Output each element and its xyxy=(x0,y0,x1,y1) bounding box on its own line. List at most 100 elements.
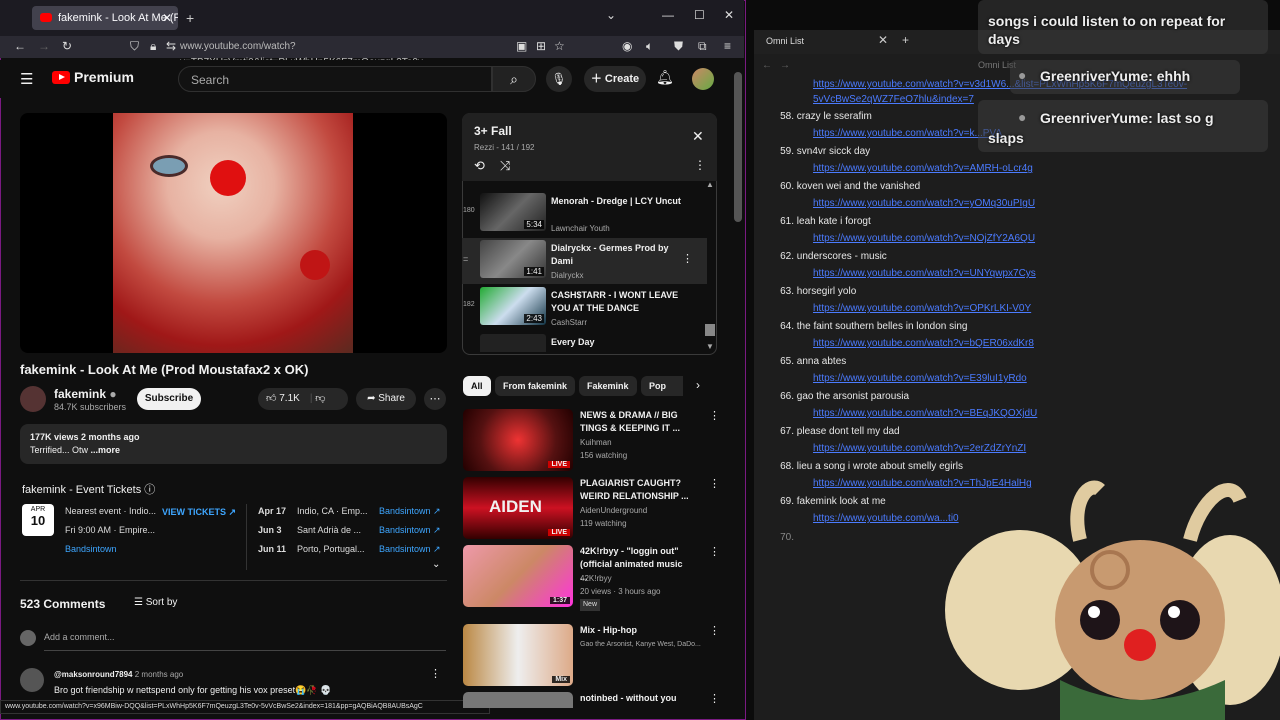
list-link[interactable]: https://www.youtube.com/watch?v=yOMq30uP… xyxy=(813,198,1035,209)
rec-item[interactable]: 1:37 42K!rbyy - "loggin out" (official a… xyxy=(463,545,720,611)
list-link[interactable]: https://www.youtube.com/watch?v=OPKrLKI-… xyxy=(813,303,1031,314)
rec-menu-icon[interactable]: ⋮ xyxy=(709,477,720,490)
screenshot-icon[interactable]: ⊞ xyxy=(536,39,546,53)
rec-item[interactable]: Mix Mix - Hip-hop Gao the Arsonist, Kany… xyxy=(463,624,720,686)
close-window-icon[interactable]: ✕ xyxy=(724,8,734,22)
comment-user[interactable]: @maksonround7894 xyxy=(54,670,133,679)
chip-pop-music[interactable]: Pop Mu xyxy=(641,376,683,396)
maximize-icon[interactable]: ☐ xyxy=(694,8,705,22)
url-field[interactable]: www.youtube.com/watch?v=TB7XUzVmti0&list… xyxy=(180,39,510,68)
omni-tab[interactable]: Omni List xyxy=(766,36,804,46)
list-link[interactable]: https://www.youtube.com/watch?v=k...PVA xyxy=(813,128,1002,139)
page-scrollbar[interactable] xyxy=(734,72,742,222)
list-item[interactable]: 70. xyxy=(780,532,794,543)
description-box[interactable]: 177K views 2 months ago Terrified... Otw… xyxy=(20,424,447,464)
reload-icon[interactable]: ↻ xyxy=(62,39,72,53)
list-link[interactable]: https://www.youtube.com/watch?v=UNYqwpx7… xyxy=(813,268,1036,279)
more-link[interactable]: ...more xyxy=(91,445,121,455)
extensions-icon[interactable]: ⧉ xyxy=(698,39,707,54)
sort-button[interactable]: ☰ Sort by xyxy=(134,597,177,608)
info-icon[interactable]: ⓘ xyxy=(144,484,155,496)
shield-icon[interactable]: ⛉ xyxy=(130,39,139,54)
bookmark-star-icon[interactable]: ☆ xyxy=(554,39,565,53)
more-actions-icon[interactable]: ⋯ xyxy=(424,388,446,410)
chip-from-fakemink[interactable]: From fakemink xyxy=(495,376,576,396)
youtube-logo[interactable]: Premium xyxy=(52,69,134,85)
loop-icon[interactable]: ⟲ xyxy=(474,158,485,174)
list-link[interactable]: https://www.youtube.com/watch?v=BEqJKQOX… xyxy=(813,408,1037,419)
rec-item[interactable]: AIDEN LIVE PLAGIARIST CAUGHT? WEIRD RELAT… xyxy=(463,477,720,539)
video-frame[interactable] xyxy=(113,113,353,353)
mic-icon[interactable]: 🎙︎ xyxy=(546,66,572,92)
new-tab-icon[interactable]: + xyxy=(186,10,194,26)
minimize-icon[interactable]: — xyxy=(662,8,674,22)
list-link[interactable]: https://www.youtube.com/watch?v=AMRH-oLc… xyxy=(813,163,1033,174)
list-link[interactable]: https://www.youtube.com/watch?v=2erZdZrY… xyxy=(813,443,1026,454)
item-text: lieu a song i wrote about smelly egirls xyxy=(796,461,963,472)
event-source-link[interactable]: Bandsintown ↗ xyxy=(379,506,441,517)
list-link[interactable]: https://www.youtube.com/watch?v=bQER06xd… xyxy=(813,338,1034,349)
search-icon[interactable]: ⌕ xyxy=(492,66,536,92)
rec-menu-icon[interactable]: ⋮ xyxy=(709,624,720,637)
reader-icon[interactable]: ▣ xyxy=(516,39,527,53)
rec-menu-icon[interactable]: ⋮ xyxy=(709,692,718,705)
create-button[interactable]: ＋ Create xyxy=(584,66,646,92)
rec-menu-icon[interactable]: ⋮ xyxy=(709,545,720,558)
search-input[interactable]: Search xyxy=(178,66,492,92)
tab-list-icon[interactable]: ⌄ xyxy=(606,8,616,22)
permissions-icon[interactable]: ⇆ xyxy=(166,39,176,53)
list-link[interactable]: https://www.youtube.com/wa...ti0 xyxy=(813,513,959,524)
extension-shield-icon[interactable]: ⛊ xyxy=(674,39,683,54)
event-source-link[interactable]: Bandsintown ↗ xyxy=(379,525,441,536)
playlist-item[interactable]: Every Day xyxy=(462,334,707,352)
scroll-up-icon[interactable]: ▲ xyxy=(706,180,714,189)
list-link[interactable]: https://www.youtube.com/watch?v=NOjZfY2A… xyxy=(813,233,1035,244)
forward-icon[interactable]: → xyxy=(38,39,50,53)
chevron-right-icon[interactable]: › xyxy=(696,378,700,392)
list-item: 69. fakemink look at me xyxy=(780,496,886,507)
chip-fakemink[interactable]: Fakemink xyxy=(579,376,637,396)
scroll-down-icon[interactable]: ▼ xyxy=(706,342,714,351)
new-tab-icon[interactable]: + xyxy=(902,33,909,47)
rec-item[interactable]: LIVE NEWS & DRAMA // BIG TINGS & KEEPING… xyxy=(463,409,720,471)
commenter-avatar[interactable] xyxy=(20,668,44,692)
channel-avatar[interactable] xyxy=(20,386,46,412)
playlist-item[interactable]: 180 5:34 Menorah - Dredge | LCY Uncut La… xyxy=(462,193,707,239)
chip-all[interactable]: All xyxy=(463,376,491,396)
close-tab-icon[interactable]: ✕ xyxy=(162,6,172,30)
browser-tab[interactable]: fakemink - Look At Me (Prod M✕ xyxy=(32,6,178,30)
playlist-title[interactable]: 3+ Fall xyxy=(474,124,512,138)
list-link[interactable]: https://www.youtube.com/watch?v=E39luI1y… xyxy=(813,373,1027,384)
forward-icon[interactable]: → xyxy=(780,60,790,71)
back-icon[interactable]: ← xyxy=(762,60,772,71)
rec-item[interactable]: notinbed - without you ⋮ xyxy=(463,692,718,708)
view-tickets-link[interactable]: VIEW TICKETS ↗ xyxy=(162,507,236,518)
close-icon[interactable]: ✕ xyxy=(692,128,704,145)
channel-name[interactable]: fakemink ● xyxy=(54,387,117,401)
add-comment-input[interactable]: Add a comment... xyxy=(44,632,115,642)
back-icon[interactable]: ← xyxy=(14,39,26,53)
event-source[interactable]: Bandsintown xyxy=(65,544,117,554)
comment-more-icon[interactable]: ⋮ xyxy=(430,667,441,680)
hamburger-icon[interactable]: ☰ xyxy=(20,70,33,88)
audio-icon[interactable]: 🔈︎ xyxy=(646,39,653,54)
playlist-menu-icon[interactable]: ⋮ xyxy=(694,158,706,172)
menu-icon[interactable]: ≡ xyxy=(724,39,731,53)
playlist-item[interactable]: 182 2:43 CASH$TARR - I WONT LEAVE YOU AT… xyxy=(462,287,707,333)
close-icon[interactable]: ✕ xyxy=(878,33,888,47)
shuffle-icon[interactable]: ⤨ xyxy=(500,158,510,174)
thumbs-down-icon[interactable]: 👎︎ xyxy=(315,393,325,404)
share-button[interactable]: ➦ Share xyxy=(356,388,416,410)
rec-menu-icon[interactable]: ⋮ xyxy=(709,409,720,422)
subscribe-button[interactable]: Subscribe xyxy=(137,388,201,410)
drag-handle-icon[interactable]: = xyxy=(463,254,468,264)
avatar[interactable] xyxy=(692,68,714,90)
bell-icon[interactable]: 🔔︎ xyxy=(656,69,674,86)
item-menu-icon[interactable]: ⋮ xyxy=(682,252,693,265)
account-icon[interactable]: ◉ xyxy=(622,39,632,53)
chevron-down-icon[interactable]: ⌄ xyxy=(432,559,440,570)
event-source-link[interactable]: Bandsintown ↗ xyxy=(379,544,441,555)
rec-channel: 42K!rbyy xyxy=(580,574,612,583)
like-button[interactable]: 👍︎ 7.1K | 👎︎ xyxy=(258,388,348,410)
playlist-item[interactable]: = 1:41 Dialryckx - Germes Prod by Dami D… xyxy=(462,240,707,286)
